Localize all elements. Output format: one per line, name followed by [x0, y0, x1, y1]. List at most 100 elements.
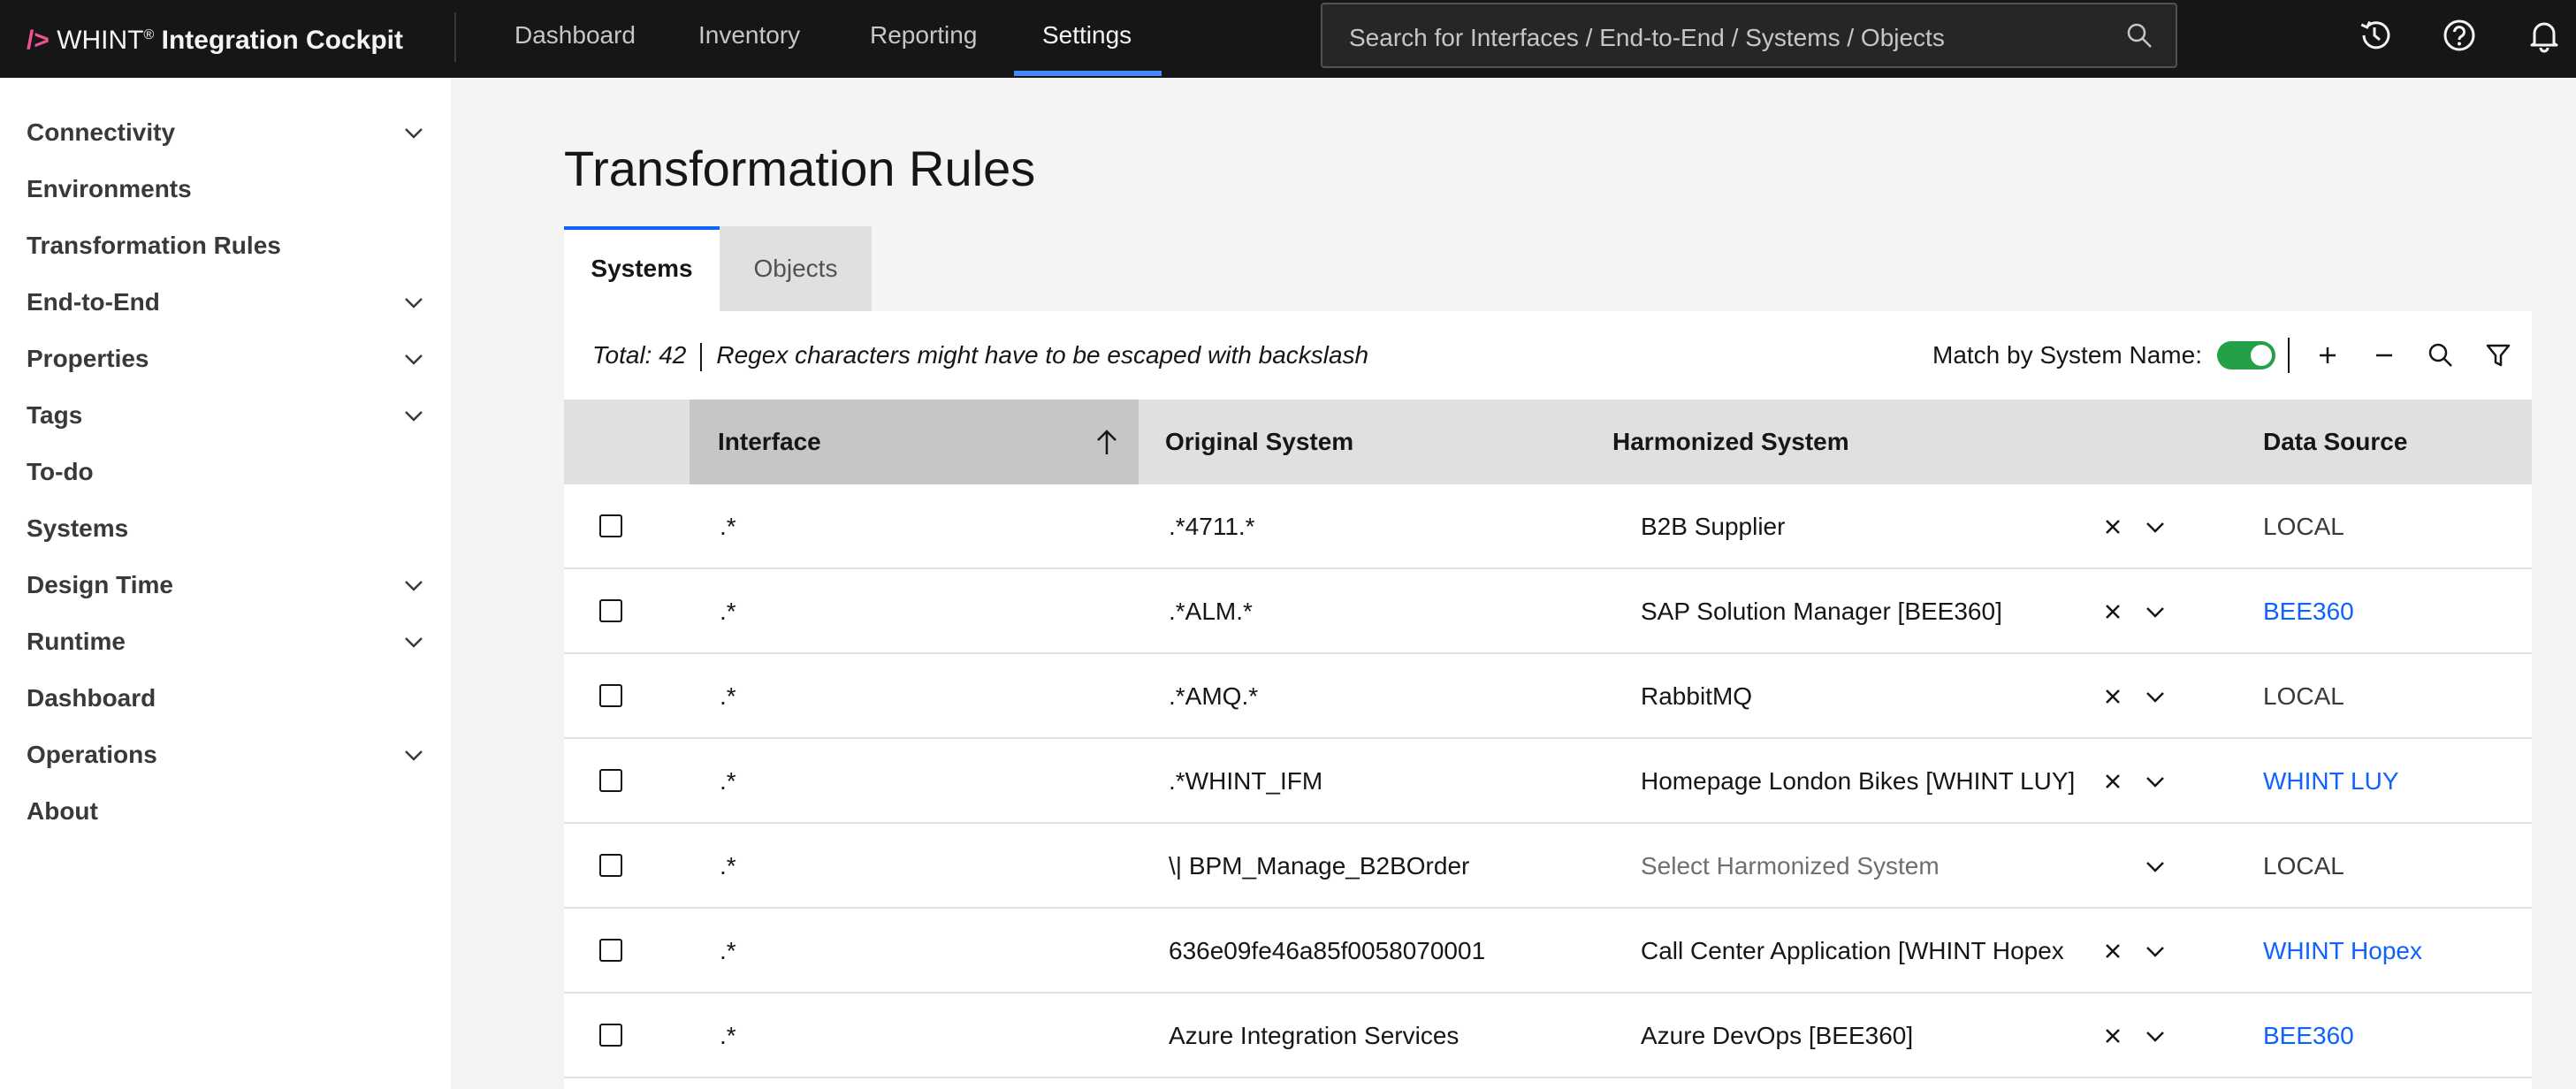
sidebar-item-operations[interactable]: Operations: [27, 728, 424, 781]
search-icon[interactable]: [2423, 338, 2458, 373]
sort-ascending-icon[interactable]: [1091, 426, 1123, 458]
sidebar-item-label: Systems: [27, 514, 129, 542]
close-icon[interactable]: [2102, 940, 2123, 962]
data-source-link[interactable]: BEE360: [2263, 994, 2354, 1078]
original-system-cell: 636e09fe46a85f0058070001: [1169, 937, 1486, 964]
nav-settings[interactable]: Settings: [1042, 0, 1132, 78]
interface-cell: .*: [720, 598, 736, 625]
column-header-harmonized-system[interactable]: Harmonized System: [1612, 400, 1849, 484]
chevron-down-icon[interactable]: [2145, 520, 2166, 536]
column-header-original-system[interactable]: Original System: [1165, 400, 1353, 484]
table-row[interactable]: .* 636e09fe46a85f0058070001 Call Center …: [564, 909, 2532, 994]
chevron-down-icon: [405, 581, 423, 591]
sidebar-item-to-do[interactable]: To-do: [27, 446, 424, 499]
chevron-down-icon[interactable]: [2145, 774, 2166, 790]
table-row[interactable]: .* .*WHINT_IFM Homepage London Bikes [WH…: [564, 739, 2532, 824]
sidebar-item-label: End-to-End: [27, 288, 160, 316]
chevron-down-icon[interactable]: [2145, 605, 2166, 621]
brand-registered-mark: ®: [143, 27, 155, 42]
interface-cell: .*: [720, 937, 736, 964]
table-row[interactable]: .* Azure Integration Services Azure DevO…: [564, 994, 2532, 1078]
chevron-down-icon: [405, 128, 423, 139]
sidebar-item-tags[interactable]: Tags: [27, 389, 424, 442]
harmonized-system-select[interactable]: Homepage London Bikes [WHINT LUY]: [1641, 739, 2083, 824]
harmonized-system-select[interactable]: SAP Solution Manager [BEE360]: [1641, 569, 2083, 654]
sidebar-item-label: About: [27, 797, 98, 825]
close-icon[interactable]: [2102, 686, 2123, 707]
data-source-link[interactable]: WHINT LUY: [2263, 739, 2399, 824]
app-brand[interactable]: /> WHINT® Integration Cockpit: [27, 0, 403, 78]
chevron-down-icon: [405, 354, 423, 365]
tab-objects[interactable]: Objects: [720, 226, 872, 311]
harmonized-system-select[interactable]: Call Center Application [WHINT Hopex: [1641, 909, 2083, 994]
search-placeholder: Search for Interfaces / End-to-End / Sys…: [1349, 24, 1945, 51]
row-checkbox[interactable]: [599, 599, 622, 622]
chevron-down-icon[interactable]: [2145, 944, 2166, 960]
table-row[interactable]: .* .*4711.* B2B Supplier LOCAL: [564, 484, 2532, 569]
sidebar-item-dashboard[interactable]: Dashboard: [27, 672, 424, 725]
column-header-interface[interactable]: Interface: [690, 400, 1139, 484]
table-row[interactable]: .* .*AMQ.* RabbitMQ LOCAL: [564, 654, 2532, 739]
sidebar-item-environments[interactable]: Environments: [27, 163, 424, 216]
row-checkbox[interactable]: [599, 939, 622, 962]
row-checkbox[interactable]: [599, 854, 622, 877]
sidebar-item-properties[interactable]: Properties: [27, 332, 424, 385]
toggle-knob: [2251, 345, 2272, 366]
harmonized-system-select[interactable]: Select Harmonized System: [1641, 824, 2083, 909]
harmonized-system-select[interactable]: B2B Supplier: [1641, 484, 2083, 569]
global-search-input[interactable]: Search for Interfaces / End-to-End / Sys…: [1321, 3, 2177, 68]
notification-icon[interactable]: [2525, 16, 2564, 55]
chevron-down-icon: [405, 637, 423, 648]
nav-reporting[interactable]: Reporting: [870, 0, 977, 78]
sidebar-item-runtime[interactable]: Runtime: [27, 615, 424, 668]
interface-cell: .*: [720, 513, 736, 540]
toolbar-divider: [2288, 338, 2290, 373]
toolbar-divider: [700, 342, 703, 371]
filter-icon[interactable]: [2481, 338, 2516, 373]
row-checkbox[interactable]: [599, 1024, 622, 1047]
harmonized-system-select[interactable]: RabbitMQ: [1641, 654, 2083, 739]
column-header-data-source[interactable]: Data Source: [2263, 400, 2407, 484]
tab-systems[interactable]: Systems: [564, 226, 720, 311]
close-icon[interactable]: [2102, 1025, 2123, 1047]
sidebar-item-end-to-end[interactable]: End-to-End: [27, 276, 424, 329]
table-info: Total: 42 Regex characters might have to …: [592, 341, 1368, 371]
table-row[interactable]: .* .*ALM.* SAP Solution Manager [BEE360]…: [564, 569, 2532, 654]
row-checkbox[interactable]: [599, 769, 622, 792]
column-header-label: Interface: [718, 428, 821, 455]
sidebar-item-label: Design Time: [27, 571, 173, 598]
add-icon[interactable]: [2310, 338, 2345, 373]
match-by-system-label: Match by System Name:: [1932, 341, 2202, 369]
rules-table: Total: 42 Regex characters might have to …: [564, 311, 2532, 1089]
data-source-link[interactable]: WHINT Hopex: [2263, 909, 2422, 994]
harmonized-system-select[interactable]: Azure DevOps [BEE360]: [1641, 994, 2083, 1078]
match-by-system-toggle[interactable]: [2217, 341, 2275, 369]
settings-sidebar: Connectivity Environments Transformation…: [0, 78, 451, 1089]
remove-icon[interactable]: [2366, 338, 2402, 373]
search-icon[interactable]: [2126, 22, 2153, 49]
brand-slash-glyph: />: [27, 26, 50, 55]
sidebar-item-transformation-rules[interactable]: Transformation Rules: [27, 219, 424, 272]
help-icon[interactable]: [2440, 16, 2479, 55]
nav-dashboard[interactable]: Dashboard: [514, 0, 636, 78]
sidebar-item-label: Operations: [27, 741, 157, 768]
history-icon[interactable]: [2355, 16, 2394, 55]
close-icon[interactable]: [2102, 516, 2123, 537]
sidebar-item-design-time[interactable]: Design Time: [27, 559, 424, 612]
data-source-link[interactable]: BEE360: [2263, 569, 2354, 654]
chevron-down-icon[interactable]: [2145, 689, 2166, 705]
sidebar-item-about[interactable]: About: [27, 785, 424, 838]
table-row[interactable]: .* \| BPM_Manage_B2BOrder Select Harmoni…: [564, 824, 2532, 909]
nav-inventory[interactable]: Inventory: [698, 0, 800, 78]
row-checkbox[interactable]: [599, 514, 622, 537]
sidebar-item-label: To-do: [27, 458, 94, 485]
close-icon[interactable]: [2102, 771, 2123, 792]
row-checkbox[interactable]: [599, 684, 622, 707]
sidebar-item-systems[interactable]: Systems: [27, 502, 424, 555]
close-icon[interactable]: [2102, 601, 2123, 622]
chevron-down-icon[interactable]: [2145, 859, 2166, 875]
chevron-down-icon[interactable]: [2145, 1029, 2166, 1045]
header-divider: [454, 12, 456, 62]
sidebar-item-connectivity[interactable]: Connectivity: [27, 106, 424, 159]
sidebar-item-label: Transformation Rules: [27, 232, 281, 259]
